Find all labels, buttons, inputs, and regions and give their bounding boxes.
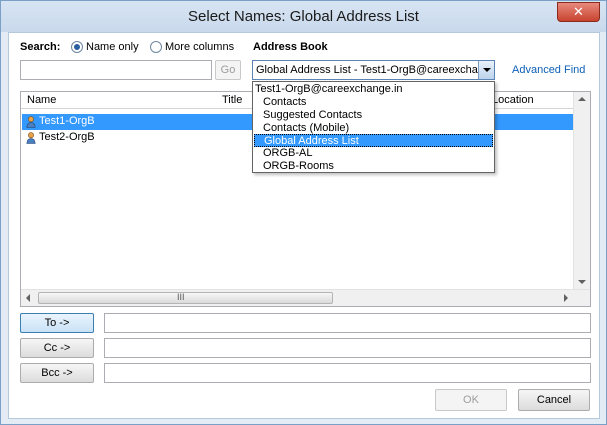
cc-field[interactable] [104,338,591,358]
go-button-label: Go [220,64,236,76]
dropdown-item-global-address-list[interactable]: Global Address List [254,134,493,147]
name-only-radio[interactable] [71,41,83,53]
cc-button[interactable]: Cc -> [20,338,94,358]
address-book-dropdown[interactable]: Test1-OrgB@careexchange.in Contacts Sugg… [252,81,495,173]
go-button[interactable]: Go [215,60,241,80]
chevron-down-icon[interactable] [478,61,494,79]
ok-button-label: OK [463,394,479,406]
select-names-dialog: Select Names: Global Address List ✕ Sear… [0,0,607,425]
scroll-left-icon[interactable] [26,294,30,302]
person-icon [26,116,36,128]
list-item-label: Test1-OrgB [39,115,95,127]
scroll-grip-icon: III [177,292,185,302]
column-header-title[interactable]: Title [222,94,242,106]
to-field[interactable] [104,313,591,333]
more-columns-radio-label[interactable]: More columns [165,41,234,53]
address-book-label: Address Book [253,41,328,53]
dropdown-item-mailbox[interactable]: Test1-OrgB@careexchange.in [255,83,494,96]
person-icon [26,132,36,144]
horizontal-scrollbar[interactable]: III [21,289,590,306]
cancel-button-label: Cancel [536,394,572,406]
cc-button-label: Cc -> [43,342,71,354]
bcc-button-label: Bcc -> [41,367,73,379]
to-button-label: To -> [44,317,70,329]
name-only-radio-label[interactable]: Name only [86,41,139,53]
scroll-up-icon[interactable] [578,97,586,101]
horizontal-scroll-thumb[interactable]: III [38,292,333,304]
search-input[interactable] [20,60,212,80]
close-button[interactable]: ✕ [557,2,600,22]
dropdown-item-suggested-contacts[interactable]: Suggested Contacts [263,109,502,122]
vertical-scrollbar[interactable] [573,92,590,289]
close-icon: ✕ [573,4,584,19]
list-item-label: Test2-OrgB [39,131,95,143]
dropdown-item-contacts[interactable]: Contacts [263,96,502,109]
scroll-down-icon[interactable] [578,280,586,284]
scroll-right-icon[interactable] [564,294,568,302]
column-header-name[interactable]: Name [27,94,56,106]
to-button[interactable]: To -> [20,313,94,333]
search-label: Search: [20,41,61,53]
address-book-combo[interactable]: Global Address List - Test1-OrgB@careexc… [252,60,495,80]
more-columns-radio[interactable] [150,41,162,53]
address-book-selected-value: Global Address List - Test1-OrgB@careexc… [256,64,482,76]
dialog-body: Search: Name only More columns Address B… [8,32,600,419]
advanced-find-link[interactable]: Advanced Find [512,64,585,76]
dropdown-item-orgb-rooms[interactable]: ORGB-Rooms [263,160,502,173]
title-bar: Select Names: Global Address List ✕ [1,1,606,32]
bcc-field[interactable] [104,363,591,383]
dropdown-item-orgb-al[interactable]: ORGB-AL [263,147,502,160]
cancel-button[interactable]: Cancel [518,389,590,411]
dialog-title: Select Names: Global Address List [188,8,419,25]
bcc-button[interactable]: Bcc -> [20,363,94,383]
ok-button[interactable]: OK [435,389,507,411]
